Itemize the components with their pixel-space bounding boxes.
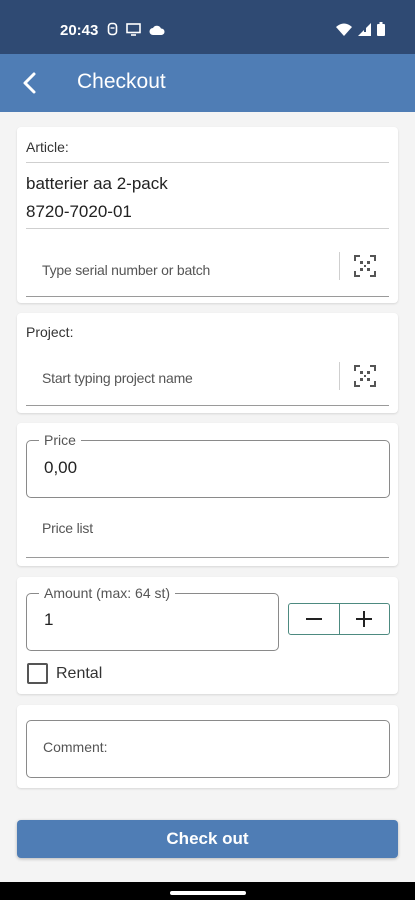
comment-field[interactable]: Comment: bbox=[26, 720, 390, 778]
app-bar: Checkout bbox=[0, 54, 415, 112]
article-divider bbox=[26, 162, 389, 163]
notification-icon bbox=[107, 22, 118, 41]
quantity-stepper bbox=[288, 603, 390, 635]
page-title: Checkout bbox=[77, 70, 166, 93]
status-right-icons bbox=[336, 22, 385, 41]
article-name: batterier aa 2-pack bbox=[26, 174, 168, 193]
comment-placeholder: Comment: bbox=[43, 739, 108, 755]
status-time: 20:43 bbox=[60, 22, 99, 39]
price-list-placeholder: Price list bbox=[42, 520, 93, 536]
battery-icon bbox=[377, 22, 385, 41]
price-list-input[interactable]: Price list bbox=[26, 508, 389, 558]
project-input[interactable]: Start typing project name bbox=[26, 353, 389, 406]
amount-value: 1 bbox=[44, 610, 54, 629]
price-card: Price 0,00 Price list bbox=[17, 423, 398, 566]
amount-field[interactable]: Amount (max: 64 st) 1 bbox=[26, 585, 279, 651]
cloud-icon bbox=[149, 23, 165, 41]
signal-icon bbox=[358, 22, 371, 41]
back-arrow-icon[interactable] bbox=[16, 68, 46, 98]
qr-scan-icon[interactable] bbox=[339, 362, 389, 390]
price-label: Price bbox=[39, 432, 81, 448]
article-label: Article: bbox=[26, 139, 69, 155]
price-value: 0,00 bbox=[44, 458, 78, 477]
home-gesture-handle[interactable] bbox=[170, 891, 246, 895]
increment-button[interactable] bbox=[338, 604, 390, 634]
article-divider-2 bbox=[26, 228, 389, 229]
rental-checkbox[interactable] bbox=[27, 663, 48, 684]
project-label: Project: bbox=[26, 324, 74, 340]
checkout-button[interactable]: Check out bbox=[17, 820, 398, 858]
checkout-button-label: Check out bbox=[166, 829, 249, 848]
serial-number-input[interactable]: Type serial number or batch bbox=[26, 242, 389, 297]
qr-scan-icon[interactable] bbox=[339, 252, 389, 280]
serial-number-placeholder: Type serial number or batch bbox=[42, 262, 211, 278]
article-code: 8720-7020-01 bbox=[26, 202, 132, 221]
amount-label: Amount (max: 64 st) bbox=[39, 585, 176, 601]
rental-label: Rental bbox=[56, 665, 103, 682]
project-card: Project: Start typing project name bbox=[17, 313, 398, 413]
project-placeholder: Start typing project name bbox=[42, 370, 193, 386]
comment-card: Comment: bbox=[17, 705, 398, 788]
screen-icon bbox=[126, 22, 141, 41]
wifi-icon bbox=[336, 23, 352, 41]
article-card: Article: batterier aa 2-pack 8720-7020-0… bbox=[17, 127, 398, 303]
status-left-icons bbox=[107, 22, 165, 41]
system-nav-bar bbox=[0, 882, 415, 900]
price-field[interactable]: Price 0,00 bbox=[26, 432, 390, 498]
status-bar: 20:43 bbox=[0, 0, 415, 54]
decrement-button[interactable] bbox=[289, 604, 339, 634]
